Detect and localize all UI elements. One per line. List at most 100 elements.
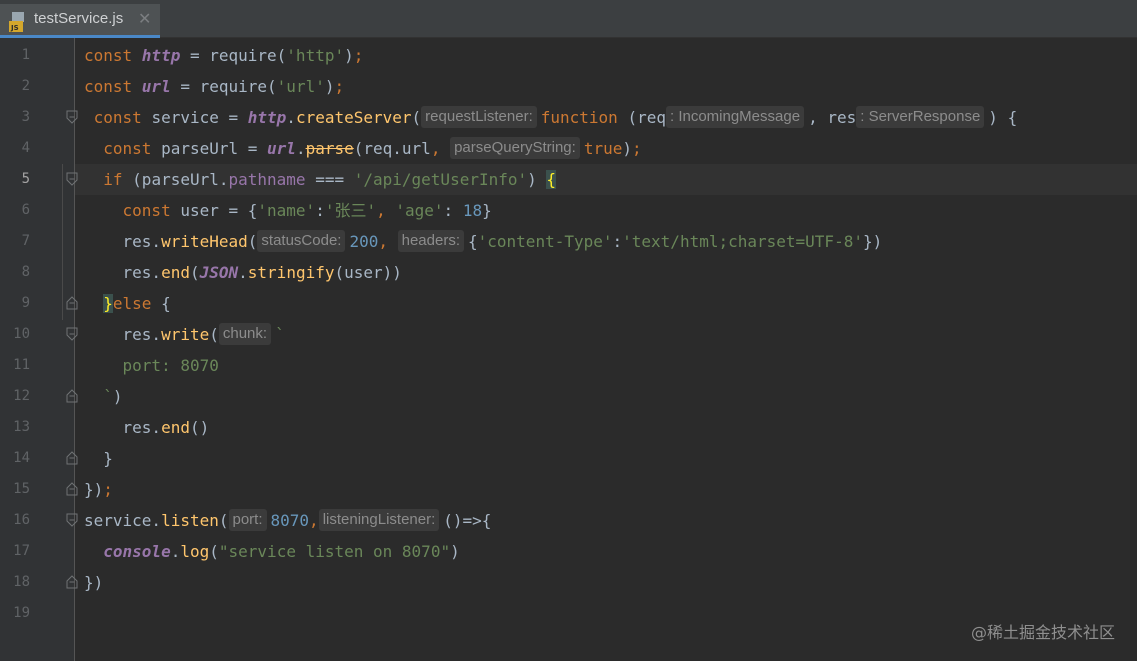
code-token: res. xyxy=(122,325,162,344)
line-number: 5 xyxy=(21,171,30,187)
code-token: ) { xyxy=(988,108,1018,127)
code-line[interactable]: 7 res.writeHead(statusCode: 200, headers:… xyxy=(0,226,1137,257)
line-number: 13 xyxy=(13,419,30,435)
fold-close-icon[interactable] xyxy=(66,389,78,403)
parameter-hint: port: xyxy=(228,508,267,531)
code-token: }) xyxy=(862,232,883,251)
code-line[interactable]: 9 }else { xyxy=(0,288,1137,319)
fold-close-icon[interactable] xyxy=(66,451,78,465)
code-token: { xyxy=(546,170,557,189)
code-token: }) xyxy=(84,573,104,592)
code-token: function xyxy=(540,108,628,127)
parameter-hint: : IncomingMessage xyxy=(665,105,805,128)
javascript-file-icon: JS xyxy=(9,12,24,32)
code-line[interactable]: 17 console.log("service listen on 8070") xyxy=(0,536,1137,567)
fold-close-icon[interactable] xyxy=(66,575,78,589)
code-line[interactable]: 12 `) xyxy=(0,381,1137,412)
code-token: service = xyxy=(151,108,248,127)
code-line[interactable]: 3 const service = http.createServer(requ… xyxy=(0,102,1137,133)
code-token: ( xyxy=(218,511,229,530)
code-token: : xyxy=(612,232,623,251)
code-line[interactable]: 6 const user = {'name':'张三', 'age': 18} xyxy=(0,195,1137,226)
code-token: console xyxy=(103,542,171,561)
line-number: 1 xyxy=(21,47,30,63)
parameter-hint: requestListener: xyxy=(421,105,537,128)
code-line[interactable]: 16 service.listen(port: 8070, listeningList… xyxy=(0,505,1137,536)
fold-open-icon[interactable] xyxy=(66,513,78,527)
code-token: (req.url xyxy=(353,139,431,158)
code-token: res. xyxy=(122,263,162,282)
code-token: '张三' xyxy=(324,201,377,220)
code-token: parseUrl = xyxy=(161,139,268,158)
code-text: const user = {'name':'张三', 'age': 18} xyxy=(84,195,492,226)
code-token: { xyxy=(161,294,171,313)
code-token: }) xyxy=(84,480,104,499)
fold-close-icon[interactable] xyxy=(66,296,78,310)
tab-testservice[interactable]: JS testService.js ✕ xyxy=(0,4,160,38)
fold-close-icon[interactable] xyxy=(66,482,78,496)
code-token: const xyxy=(103,139,162,158)
code-token: log xyxy=(180,542,210,561)
code-line[interactable]: 19 xyxy=(0,598,1137,629)
line-number: 8 xyxy=(21,264,30,280)
code-token: 18 xyxy=(462,201,483,220)
fold-open-icon[interactable] xyxy=(66,172,78,186)
code-text: }) xyxy=(84,567,103,598)
code-line[interactable]: 8 res.end(JSON.stringify(user)) xyxy=(0,257,1137,288)
code-line[interactable]: 18}) xyxy=(0,567,1137,598)
code-line[interactable]: 2 const url = require('url'); xyxy=(0,71,1137,102)
code-editor[interactable]: 1 const http = require('http'); 2 const url… xyxy=(0,38,1137,661)
code-token: ) xyxy=(527,170,547,189)
code-token: 'text/html;charset=UTF-8' xyxy=(622,232,863,251)
code-token: JSON xyxy=(199,263,239,282)
code-line[interactable]: 1 const http = require('http'); xyxy=(0,40,1137,71)
code-token: , xyxy=(430,139,451,158)
editor-tab-bar: JS testService.js ✕ xyxy=(0,0,1137,38)
code-token: ( xyxy=(411,108,422,127)
code-token: port: 8070 xyxy=(122,356,219,375)
code-line[interactable]: 14 } xyxy=(0,443,1137,474)
code-token: , xyxy=(309,511,319,530)
code-token: const xyxy=(84,46,142,65)
fold-open-icon[interactable] xyxy=(66,110,78,124)
code-text: res.writeHead(statusCode: 200, headers: {'… xyxy=(84,226,882,257)
code-line[interactable]: 10 res.write(chunk: ` xyxy=(0,319,1137,350)
code-line[interactable]: 13 res.end() xyxy=(0,412,1137,443)
code-line[interactable]: 4 const parseUrl = url.parse(req.url, pa… xyxy=(0,133,1137,164)
code-token: res. xyxy=(122,418,162,437)
code-text: const http = require('http'); xyxy=(84,40,363,71)
code-text: res.write(chunk: ` xyxy=(84,319,285,350)
line-number: 3 xyxy=(21,109,30,125)
tab-filename: testService.js xyxy=(34,10,124,27)
code-token: '/api/getUserInfo' xyxy=(353,170,528,189)
code-token: ()=>{ xyxy=(443,511,492,530)
svg-text:JS: JS xyxy=(10,24,19,32)
code-token: . xyxy=(286,108,296,127)
code-token: : xyxy=(315,201,325,220)
code-token: url xyxy=(267,139,296,158)
code-token: parse xyxy=(305,139,354,158)
code-token: ; xyxy=(353,46,364,65)
close-tab-icon[interactable]: ✕ xyxy=(138,9,151,29)
parameter-hint: chunk: xyxy=(218,322,272,345)
code-token: { xyxy=(468,232,478,251)
line-number: 19 xyxy=(13,605,30,621)
code-text: const url = require('url'); xyxy=(84,71,344,102)
code-token: const xyxy=(93,108,152,127)
code-token: ; xyxy=(103,480,113,499)
code-line[interactable]: 5 if (parseUrl.pathname === '/api/getUse… xyxy=(0,164,1137,195)
code-line[interactable]: 11 port: 8070 xyxy=(0,350,1137,381)
code-token: ; xyxy=(631,139,642,158)
code-token: , xyxy=(378,232,398,251)
code-line[interactable]: 15}); xyxy=(0,474,1137,505)
code-token: http xyxy=(141,46,181,65)
fold-open-icon[interactable] xyxy=(66,327,78,341)
code-token: end xyxy=(161,418,190,437)
line-number: 6 xyxy=(21,202,30,218)
code-text: const service = http.createServer(reques… xyxy=(84,102,1017,133)
code-token: 'url' xyxy=(276,77,325,96)
code-text: }else { xyxy=(84,288,171,319)
code-text: const parseUrl = url.parse(req.url, pars… xyxy=(84,133,642,164)
code-token: (parseUrl. xyxy=(132,170,229,189)
code-text: console.log("service listen on 8070") xyxy=(84,536,459,567)
